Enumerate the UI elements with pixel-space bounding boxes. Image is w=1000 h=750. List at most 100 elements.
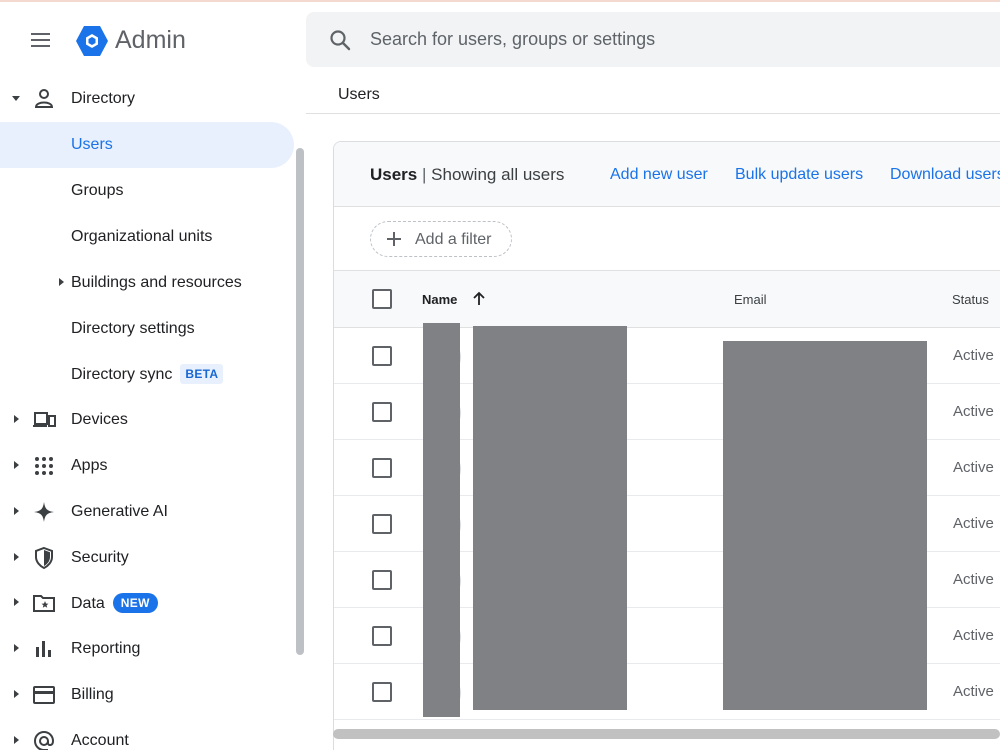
bar-chart-icon [36, 641, 51, 657]
sidebar-item-label: Account [71, 732, 129, 749]
sort-ascending-icon[interactable] [472, 290, 486, 306]
status-cell: Active [953, 571, 994, 588]
at-sign-icon [33, 730, 55, 750]
bulk-update-users-link[interactable]: Bulk update users [735, 166, 863, 184]
filter-bar: Add a filter [334, 207, 1000, 271]
folder-star-icon [33, 595, 55, 612]
caret-right-icon[interactable] [10, 596, 22, 608]
hamburger-menu-icon[interactable] [28, 30, 54, 50]
row-checkbox[interactable] [372, 514, 392, 534]
card-title-main: Users [370, 165, 418, 184]
sidebar-item-groups[interactable]: Groups [0, 168, 294, 214]
caret-right-icon[interactable] [10, 413, 22, 425]
app-title[interactable]: Admin [115, 24, 186, 56]
row-checkbox[interactable] [372, 402, 392, 422]
caret-right-icon[interactable] [10, 734, 22, 746]
add-filter-button[interactable]: Add a filter [370, 221, 512, 257]
table-horizontal-scrollbar[interactable] [333, 729, 1000, 739]
caret-right-icon[interactable] [10, 459, 22, 471]
credit-card-icon [33, 686, 55, 704]
sidebar-item-reporting[interactable]: Reporting [0, 626, 294, 672]
sidebar-item-label: Organizational units [71, 228, 213, 245]
select-all-checkbox[interactable] [372, 289, 392, 309]
sidebar-item-generative-ai[interactable]: Generative AI [0, 489, 294, 535]
card-title: Users | Showing all users [370, 165, 564, 185]
search-input[interactable] [370, 24, 970, 54]
status-cell: Active [953, 347, 994, 364]
column-header-status[interactable]: Status [952, 292, 989, 307]
sidebar-item-label: Generative AI [71, 503, 168, 520]
download-users-link[interactable]: Download users [890, 166, 1000, 184]
status-cell: Active [953, 403, 994, 420]
sparkle-icon [34, 502, 54, 522]
apps-grid-icon [35, 457, 53, 475]
sidebar-item-devices[interactable]: Devices [0, 397, 294, 443]
sidebar-item-organizational-units[interactable]: Organizational units [0, 214, 294, 260]
breadcrumb: Users [338, 86, 380, 103]
row-checkbox[interactable] [372, 626, 392, 646]
shield-icon [35, 546, 53, 570]
caret-right-icon[interactable] [10, 642, 22, 654]
sidebar-item-label: Buildings and resources [71, 274, 242, 291]
sidebar-item-label: Apps [71, 457, 108, 474]
sidebar-item-security[interactable]: Security [0, 535, 294, 581]
title-separator: | [422, 165, 427, 184]
add-new-user-link[interactable]: Add new user [610, 166, 708, 184]
sidebar-item-label: Devices [71, 411, 128, 428]
card-subtitle: Showing all users [431, 165, 565, 184]
sidebar-item-directory-sync[interactable]: Directory sync BETA [0, 351, 294, 397]
redacted-avatar-column [423, 323, 460, 717]
sidebar-item-label: Security [71, 549, 129, 566]
redacted-email-column [723, 341, 927, 710]
sidebar-item-directory[interactable]: Directory [0, 76, 294, 122]
devices-icon [33, 412, 56, 427]
card-header: Users | Showing all users Add new user B… [334, 142, 1000, 207]
sidebar-item-apps[interactable]: Apps [0, 443, 294, 489]
search-icon[interactable] [328, 28, 352, 52]
sidebar-item-users[interactable]: Users [0, 122, 294, 168]
status-cell: Active [953, 459, 994, 476]
status-cell: Active [953, 627, 994, 644]
sidebar-item-label: Billing [71, 686, 114, 703]
status-cell: Active [953, 683, 994, 700]
sidebar-nav: Directory Users Groups Organizational un… [0, 75, 306, 750]
row-checkbox[interactable] [372, 346, 392, 366]
beta-badge: BETA [180, 364, 224, 384]
table-header: Name Email Status [334, 271, 1000, 328]
column-header-email[interactable]: Email [734, 292, 767, 307]
person-icon [34, 89, 54, 108]
sidebar-item-label: Reporting [71, 640, 141, 657]
row-checkbox[interactable] [372, 570, 392, 590]
add-filter-label: Add a filter [415, 231, 492, 248]
divider [306, 113, 1000, 114]
plus-icon [387, 232, 401, 246]
sidebar-item-directory-settings[interactable]: Directory settings [0, 306, 294, 352]
search-bar[interactable] [306, 12, 1000, 67]
caret-right-icon[interactable] [10, 551, 22, 563]
caret-down-icon[interactable] [10, 92, 22, 104]
sidebar-item-label: Users [71, 136, 113, 153]
sidebar-item-billing[interactable]: Billing [0, 672, 294, 718]
directory-sync-label: Directory sync [71, 366, 173, 383]
row-checkbox[interactable] [372, 458, 392, 478]
status-cell: Active [953, 515, 994, 532]
sidebar-item-label: Directory [71, 90, 136, 107]
admin-logo-icon[interactable] [75, 24, 109, 58]
sidebar-item-account[interactable]: Account [0, 718, 294, 750]
sidebar-item-label: Groups [71, 182, 124, 199]
sidebar-scrollbar[interactable] [296, 148, 304, 655]
data-label: Data [71, 595, 105, 612]
caret-right-icon[interactable] [10, 505, 22, 517]
redacted-name-column [473, 326, 627, 710]
row-checkbox[interactable] [372, 682, 392, 702]
browser-top-edge [0, 0, 1000, 2]
caret-right-icon[interactable] [57, 277, 65, 287]
sidebar-item-label: Directory settings [71, 320, 195, 337]
caret-right-icon[interactable] [10, 688, 22, 700]
new-badge: NEW [112, 593, 158, 613]
sidebar-item-data[interactable]: Data NEW [0, 580, 294, 626]
column-header-name[interactable]: Name [422, 292, 457, 307]
sidebar-item-label: Data NEW [71, 593, 158, 613]
sidebar-item-buildings-and-resources[interactable]: Buildings and resources [0, 260, 294, 306]
sidebar-item-label: Directory sync BETA [71, 364, 224, 384]
